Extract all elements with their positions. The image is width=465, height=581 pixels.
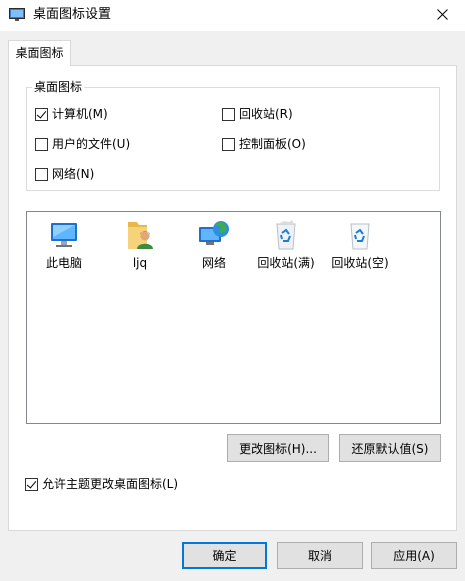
cancel-button[interactable]: 取消 <box>277 542 363 569</box>
icon-label: 网络 <box>201 256 226 270</box>
checkbox-box[interactable] <box>35 107 48 121</box>
checkbox-recycle-bin[interactable]: 回收站(R) <box>222 106 293 122</box>
checkbox-allow-themes[interactable]: 允许主题更改桌面图标(L) <box>25 476 178 492</box>
icon-label: 回收站(空) <box>331 256 389 270</box>
checkbox-control-panel[interactable]: 控制面板(O) <box>222 136 306 152</box>
icon-item-user[interactable]: ljq <box>105 218 175 271</box>
icon-label: 回收站(满) <box>257 256 315 270</box>
recycle-bin-empty-icon <box>350 223 370 250</box>
checkbox-box[interactable] <box>222 137 235 151</box>
icon-item-this-pc[interactable]: 此电脑 <box>29 218 99 271</box>
restore-default-button[interactable]: 还原默认值(S) <box>339 434 441 462</box>
change-icon-button[interactable]: 更改图标(H)... <box>227 434 329 462</box>
checkbox-box[interactable] <box>222 107 235 121</box>
checkbox-label: 用户的文件(U) <box>52 137 131 151</box>
checkbox-box[interactable] <box>35 167 48 181</box>
window-title: 桌面图标设置 <box>33 7 112 22</box>
checkbox-label: 网络(N) <box>52 167 95 181</box>
desktop-settings-icon <box>9 8 25 22</box>
checkbox-label: 计算机(M) <box>52 107 108 121</box>
checkbox-box[interactable] <box>35 137 48 151</box>
checkbox-user-files[interactable]: 用户的文件(U) <box>35 136 130 152</box>
icon-list[interactable]: 此电脑 ljq 网络 回收站(满) 回收站(空) <box>26 211 441 424</box>
close-icon <box>436 8 448 23</box>
checkbox-label: 回收站(R) <box>239 107 293 121</box>
checkbox-computer[interactable]: 计算机(M) <box>35 106 108 122</box>
icon-label: 此电脑 <box>45 256 82 270</box>
group-label: 桌面图标 <box>32 79 85 95</box>
ok-button[interactable]: 确定 <box>182 542 267 569</box>
computer-icon <box>51 223 77 247</box>
apply-button[interactable]: 应用(A) <box>371 542 457 569</box>
checkbox-box[interactable] <box>25 477 38 491</box>
title-bar: 桌面图标设置 <box>0 0 465 31</box>
icon-item-network[interactable]: 网络 <box>179 218 249 271</box>
user-folder-icon <box>128 222 153 249</box>
checkbox-label: 控制面板(O) <box>239 137 306 151</box>
tab-desktop-icons[interactable]: 桌面图标 <box>8 40 71 66</box>
icon-label: ljq <box>132 256 148 270</box>
close-button[interactable] <box>419 0 465 31</box>
icon-item-recycle-full[interactable]: 回收站(满) <box>251 218 321 271</box>
checkbox-network[interactable]: 网络(N) <box>35 166 94 182</box>
network-icon <box>199 221 229 245</box>
checkbox-label: 允许主题更改桌面图标(L) <box>42 477 179 491</box>
recycle-bin-full-icon <box>276 220 296 250</box>
icon-item-recycle-empty[interactable]: 回收站(空) <box>325 218 395 271</box>
